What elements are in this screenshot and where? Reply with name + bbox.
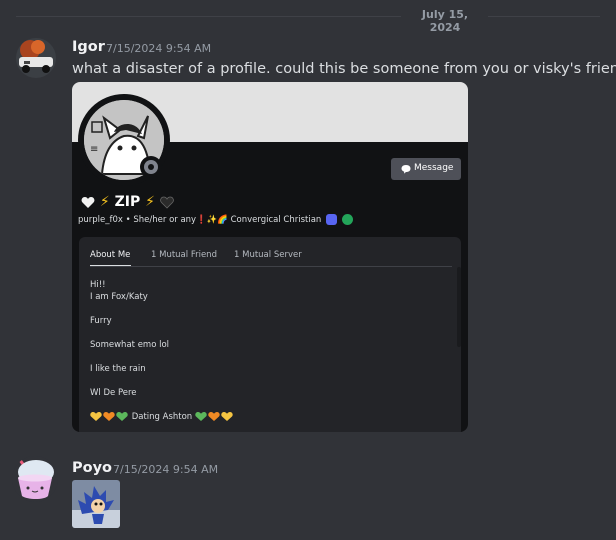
active-tab-underline	[90, 265, 131, 266]
nitro-badge-icon	[326, 214, 338, 225]
tab-about-me[interactable]: About Me	[90, 250, 130, 260]
about-line: Furry	[90, 316, 112, 326]
profile-details-panel: About Me 1 Mutual Friend 1 Mutual Server…	[79, 237, 461, 432]
igor-avatar[interactable]	[16, 38, 56, 78]
message-timestamp: 7/15/2024 9:54 AM	[113, 463, 219, 476]
fire-car-avatar-icon	[16, 38, 56, 78]
username: purple_f0x	[78, 215, 123, 225]
about-line: Hi!!	[90, 280, 106, 290]
profile-subline: purple_f0x • She/her or any❗✨🌈 Convergic…	[78, 214, 353, 225]
poyo-avatar[interactable]	[12, 456, 58, 502]
black-heart-icon	[160, 196, 174, 209]
tab-divider	[90, 266, 452, 267]
message-author[interactable]: Poyo	[72, 460, 112, 476]
about-line: I am Fox/Katy	[90, 292, 148, 302]
message-text: what a disaster of a profile. could this…	[72, 61, 616, 77]
lightning-icon: ⚡	[145, 194, 155, 210]
lightning-icon: ⚡	[99, 194, 110, 210]
profile-card-image[interactable]: ≡ Message ⚡ ZIP ⚡ purple_f0x • She/her o…	[72, 82, 468, 432]
display-name: ZIP	[114, 194, 141, 210]
bubble-tea-avatar-icon	[12, 456, 58, 502]
quest-badge-icon	[341, 214, 353, 225]
about-line: Somewhat emo lol	[90, 340, 170, 350]
divider-line-left	[16, 16, 401, 17]
message-author[interactable]: Igor	[72, 39, 105, 55]
heart-row-icon	[195, 412, 233, 421]
message-timestamp: 7/15/2024 9:54 AM	[106, 42, 212, 55]
dating-text: Dating Ashton	[131, 412, 193, 422]
exclamation-icon: ❗	[196, 215, 207, 225]
white-heart-icon	[81, 196, 95, 208]
sparkles-icon: ✨	[206, 215, 218, 225]
sonic-image-icon	[72, 480, 120, 528]
chat-bubble-icon	[401, 165, 411, 174]
pronouns: She/her or any	[133, 215, 197, 225]
image-attachment[interactable]	[72, 480, 120, 528]
tab-mutual-friends[interactable]: 1 Mutual Friend	[151, 250, 217, 260]
message-button[interactable]: Message	[391, 158, 461, 180]
display-name-row: ⚡ ZIP ⚡	[81, 194, 174, 212]
message-button-label: Message	[414, 163, 454, 173]
divider-line-right	[488, 16, 600, 17]
about-line: Wl De Pere	[90, 388, 137, 398]
bio-tag: Convergical Christian	[230, 215, 322, 225]
heart-row-icon	[90, 412, 128, 421]
status-indicator	[140, 156, 162, 178]
svg-text:≡: ≡	[90, 144, 98, 155]
tab-mutual-servers[interactable]: 1 Mutual Server	[234, 250, 302, 260]
date-divider: July 15, 2024	[0, 8, 616, 34]
separator-dot: •	[125, 215, 131, 225]
rainbow-icon: 🌈	[217, 215, 228, 225]
about-line: I like the rain	[90, 364, 146, 374]
about-line-dating: Dating Ashton	[90, 411, 234, 422]
date-divider-label: July 15, 2024	[421, 8, 469, 34]
scrollbar[interactable]	[457, 267, 461, 347]
